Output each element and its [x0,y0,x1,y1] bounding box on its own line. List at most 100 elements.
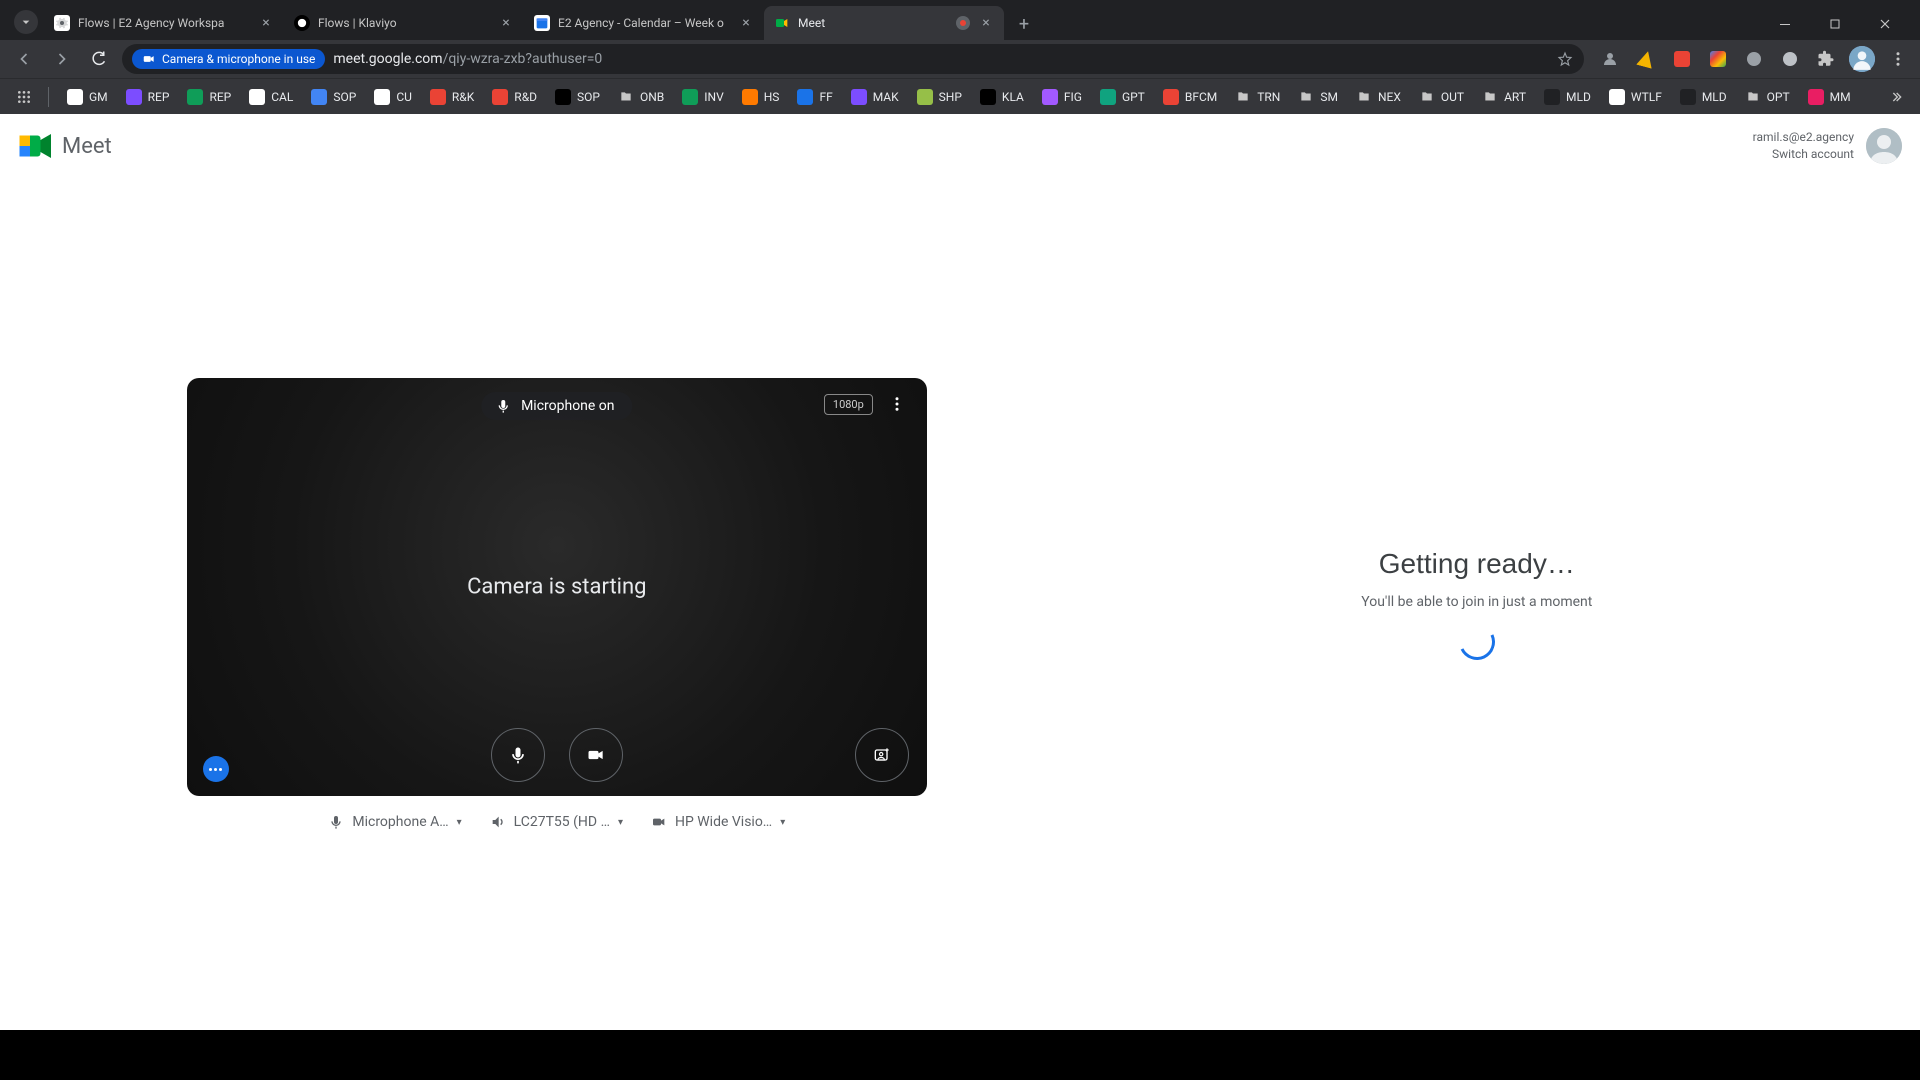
tab-search-button[interactable] [8,4,44,40]
bookmark-item[interactable]: CU [366,85,420,109]
bookmark-item[interactable]: ONB [610,85,672,109]
person-icon [1601,50,1619,68]
extension-icon [1783,52,1797,66]
camera-in-use-chip[interactable]: Camera & microphone in use [132,49,325,69]
bookmark-item[interactable]: FIG [1034,85,1090,109]
camera-selector[interactable]: HP Wide Visio… ▾ [651,814,785,830]
bookmark-item[interactable]: INV [674,85,731,109]
self-video-tile: Microphone on 1080p Camera is starting [187,378,927,796]
extension-button[interactable] [1740,45,1768,73]
reactions-bubble[interactable] [203,756,229,782]
bookmark-label: INV [704,90,723,104]
bookmark-item[interactable]: MLD [1672,85,1735,109]
bookmark-label: FF [819,90,832,104]
bookmark-item[interactable]: SOP [303,85,364,109]
resolution-badge[interactable]: 1080p [824,394,873,415]
bookmark-label: CAL [271,90,293,104]
tab-close-button[interactable]: × [738,15,754,31]
bookmark-item[interactable]: OPT [1737,85,1798,109]
bookmark-label: KLA [1002,90,1024,104]
maximize-icon [1827,16,1843,32]
window-minimize-button[interactable] [1762,8,1808,40]
url-text: meet.google.com/qiy-wzra-zxb?authuser=0 [333,51,602,67]
browser-tab-active[interactable]: Meet × [764,6,1004,40]
bookmark-item[interactable]: MM [1800,85,1859,109]
bookmark-item[interactable]: BFCM [1155,85,1225,109]
tab-close-button[interactable]: × [498,15,514,31]
star-icon[interactable] [1556,50,1574,68]
account-avatar-button[interactable] [1848,45,1876,73]
bookmark-item[interactable]: REP [118,85,178,109]
browser-tab[interactable]: Flows | E2 Agency Workspa × [44,6,284,40]
bookmark-item[interactable]: R&D [484,85,545,109]
bookmark-item[interactable]: SOP [547,85,608,109]
meet-logo[interactable]: Meet [18,131,112,161]
toggle-mic-button[interactable] [491,728,545,782]
bookmark-favicon [1745,89,1761,105]
switch-account-link[interactable]: Switch account [1753,146,1854,163]
bookmark-item[interactable]: REP [179,85,239,109]
tab-title: Flows | Klaviyo [318,16,490,30]
bookmark-favicon [430,89,446,105]
extension-button[interactable] [1632,45,1660,73]
tab-close-button[interactable]: × [258,15,274,31]
bookmark-item[interactable]: MAK [843,85,907,109]
chevron-down-icon: ▾ [780,817,785,828]
extension-button[interactable] [1776,45,1804,73]
apps-button[interactable] [10,83,38,111]
browser-tab[interactable]: Flows | Klaviyo × [284,6,524,40]
bookmark-item[interactable]: ART [1474,85,1534,109]
bookmark-item[interactable]: GM [59,85,116,109]
bookmark-item[interactable]: GPT [1092,85,1153,109]
nav-forward-button[interactable] [46,43,78,75]
chevron-down-icon: ▾ [457,817,462,828]
bookmark-label: ONB [640,90,664,104]
bookmark-item[interactable]: WTLF [1601,85,1670,109]
window-maximize-button[interactable] [1812,8,1858,40]
nav-reload-button[interactable] [84,43,116,75]
browser-chrome: Flows | E2 Agency Workspa × Flows | Klav… [0,0,1920,114]
window-close-button[interactable] [1862,8,1908,40]
bookmark-item[interactable]: FF [789,85,840,109]
bookmark-item[interactable]: R&K [422,85,482,109]
bookmark-item[interactable]: HS [734,85,788,109]
bookmark-item[interactable]: KLA [972,85,1032,109]
tab-favicon [774,15,790,31]
camera-device-label: HP Wide Visio… [675,814,772,830]
sparkle-effects-icon [872,745,892,765]
tab-close-button[interactable]: × [978,15,994,31]
bookmarks-overflow-button[interactable] [1882,89,1910,105]
profile-button[interactable] [1596,45,1624,73]
extension-button[interactable] [1704,45,1732,73]
tab-favicon [534,15,550,31]
meet-prejoin: Microphone on 1080p Camera is starting [0,178,1920,1030]
bookmark-item[interactable]: NEX [1348,85,1409,109]
extension-button[interactable] [1668,45,1696,73]
address-bar[interactable]: Camera & microphone in use meet.google.c… [122,44,1584,74]
speaker-selector[interactable]: LC27T55 (HD … ▾ [490,814,623,830]
bookmark-item[interactable]: OUT [1411,85,1472,109]
mic-selector[interactable]: Microphone A… ▾ [328,814,461,830]
bookmark-item[interactable]: SHP [909,85,970,109]
extensions-menu-button[interactable] [1812,45,1840,73]
klaviyo-icon [297,18,307,28]
separator [48,87,49,107]
visual-effects-button[interactable] [855,728,909,782]
tile-more-button[interactable] [885,392,909,416]
gear-icon [54,15,70,31]
bookmark-label: WTLF [1631,90,1662,104]
new-tab-button[interactable]: + [1008,8,1040,40]
bookmark-item[interactable]: CAL [241,85,301,109]
browser-tab[interactable]: E2 Agency - Calendar – Week o × [524,6,764,40]
bookmark-item[interactable]: TRN [1227,85,1288,109]
camera-starting-label: Camera is starting [467,575,646,600]
chrome-menu-button[interactable] [1884,45,1912,73]
bookmark-item[interactable]: SM [1290,85,1346,109]
getting-ready-title: Getting ready… [1379,548,1575,580]
speaker-device-label: LC27T55 (HD … [514,814,610,830]
bookmark-item[interactable]: MLD [1536,85,1599,109]
nav-back-button[interactable] [8,43,40,75]
account-avatar[interactable] [1866,128,1902,164]
toggle-camera-button[interactable] [569,728,623,782]
kebab-icon [888,395,906,413]
